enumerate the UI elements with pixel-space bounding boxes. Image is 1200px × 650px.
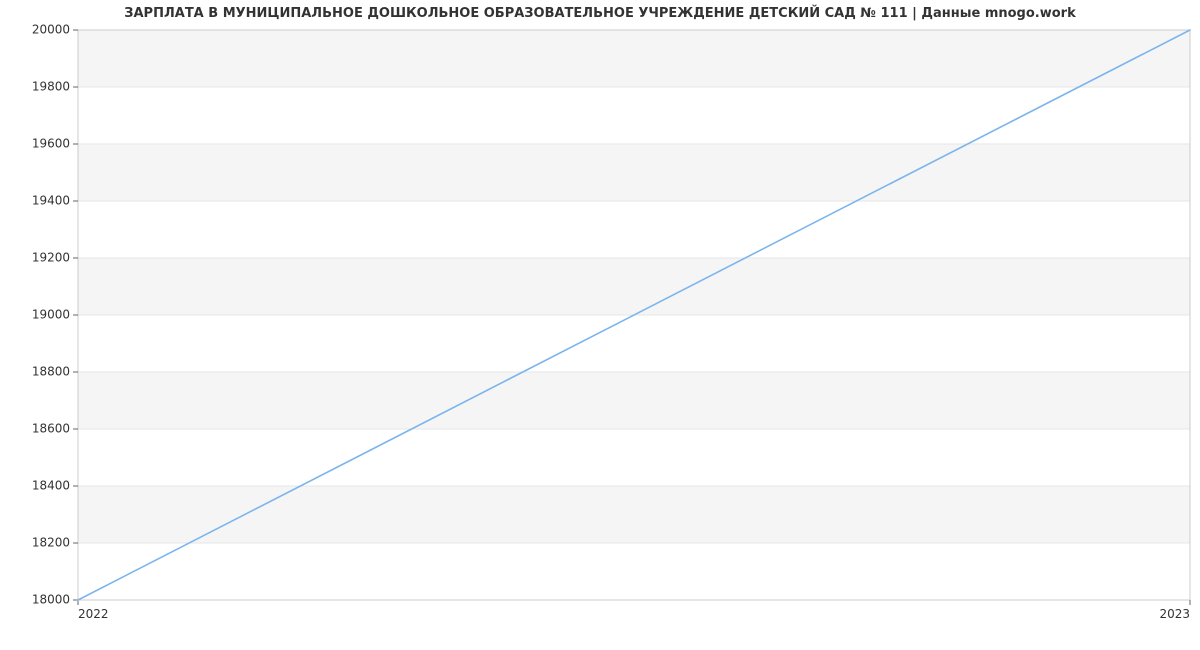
y-tick-label: 18000 — [32, 593, 70, 607]
x-tick-label: 2022 — [78, 607, 109, 621]
chart-svg: 18000 18200 18400 18600 18800 19000 19200 19400… — [0, 0, 1200, 650]
y-tick-label: 18800 — [32, 365, 70, 379]
y-tick-label: 18600 — [32, 422, 70, 436]
y-tick-label: 20000 — [32, 23, 70, 37]
grid-band — [78, 429, 1190, 486]
y-tick-label: 19200 — [32, 251, 70, 265]
y-tick-label: 19400 — [32, 194, 70, 208]
y-tick-label: 19800 — [32, 80, 70, 94]
grid-band — [78, 543, 1190, 600]
y-tick-label: 18200 — [32, 536, 70, 550]
chart-container: ЗАРПЛАТА В МУНИЦИПАЛЬНОЕ ДОШКОЛЬНОЕ ОБРА… — [0, 0, 1200, 650]
y-tick-label: 19000 — [32, 308, 70, 322]
y-tick-label: 18400 — [32, 479, 70, 493]
grid-band — [78, 201, 1190, 258]
x-tick-label: 2023 — [1159, 607, 1190, 621]
chart-title: ЗАРПЛАТА В МУНИЦИПАЛЬНОЕ ДОШКОЛЬНОЕ ОБРА… — [0, 6, 1200, 21]
y-tick-label: 19600 — [32, 137, 70, 151]
grid-band — [78, 315, 1190, 372]
